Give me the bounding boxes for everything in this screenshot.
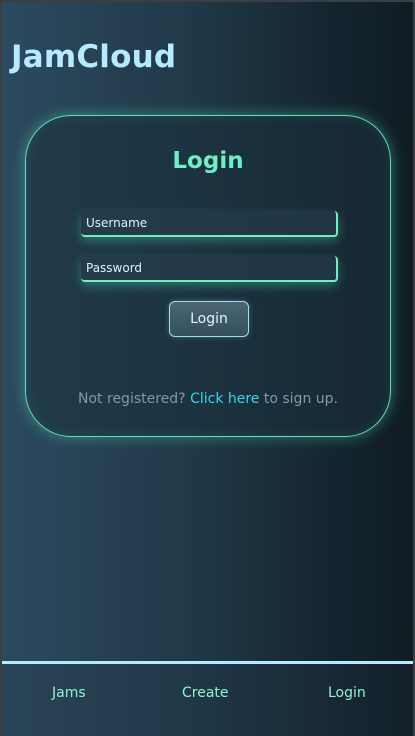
nav-item-jams[interactable]: Jams — [52, 685, 86, 701]
login-submit-button[interactable]: Login — [169, 301, 249, 337]
nav-item-create[interactable]: Create — [182, 685, 229, 701]
signup-prefix: Not registered? — [78, 391, 191, 407]
password-input[interactable] — [81, 256, 338, 282]
signup-prompt: Not registered? Click here to sign up. — [26, 391, 390, 407]
login-card: Login Login Not registered? Click here t… — [25, 115, 391, 437]
signup-suffix: to sign up. — [259, 391, 338, 407]
login-title: Login — [172, 148, 244, 174]
signup-link[interactable]: Click here — [190, 391, 259, 407]
page: JamCloud Login Login Not registered? Cli… — [0, 0, 415, 736]
nav-item-login[interactable]: Login — [328, 685, 366, 701]
bottom-navbar: Jams Create Login — [2, 661, 413, 736]
app-brand[interactable]: JamCloud — [11, 39, 176, 75]
username-input[interactable] — [81, 211, 338, 237]
